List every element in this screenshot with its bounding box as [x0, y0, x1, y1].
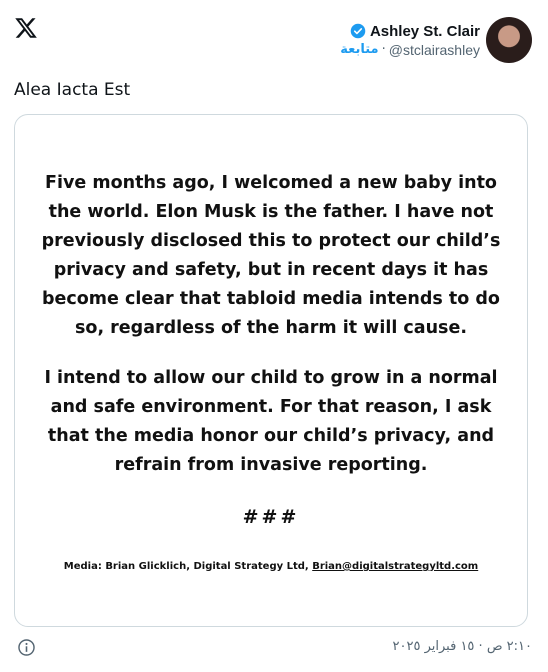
statement-paragraph-2: I intend to allow our child to grow in a… — [15, 364, 527, 480]
follow-button[interactable]: متابعة — [340, 42, 378, 57]
media-contact: Media: Brian Glicklich, Digital Strategy… — [15, 561, 527, 572]
post-author: Ashley St. Clair متابعة · @stclairashley — [340, 14, 532, 66]
post-caption: Alea Iacta Est — [14, 80, 131, 100]
separator-dot: · — [381, 42, 386, 57]
contact-prefix: Media: Brian Glicklich, Digital Strategy… — [63, 561, 309, 572]
end-marker: ### — [242, 506, 300, 528]
author-handle-row: متابعة · @stclairashley — [340, 42, 480, 58]
verified-badge-icon — [350, 23, 366, 39]
statement-paragraph-1: Five months ago, I welcomed a new baby i… — [15, 169, 527, 343]
statement-text-1: Five months ago, I welcomed a new baby i… — [41, 173, 501, 338]
author-text: Ashley St. Clair متابعة · @stclairashley — [340, 23, 480, 58]
attached-image[interactable]: Five months ago, I welcomed a new baby i… — [14, 114, 528, 627]
statement-text-2: I intend to allow our child to grow in a… — [44, 368, 498, 475]
post-timestamp[interactable]: ٢:١٠ ص · ١٥ فبراير ٢٠٢٥ — [393, 639, 532, 654]
avatar[interactable] — [486, 17, 532, 63]
author-handle[interactable]: @stclairashley — [389, 42, 480, 58]
author-name-row[interactable]: Ashley St. Clair — [350, 23, 480, 40]
x-logo-icon[interactable] — [14, 16, 38, 40]
contact-email: Brian@digitalstrategyltd.com — [312, 561, 479, 572]
info-icon[interactable] — [17, 638, 36, 657]
author-name[interactable]: Ashley St. Clair — [370, 23, 480, 40]
